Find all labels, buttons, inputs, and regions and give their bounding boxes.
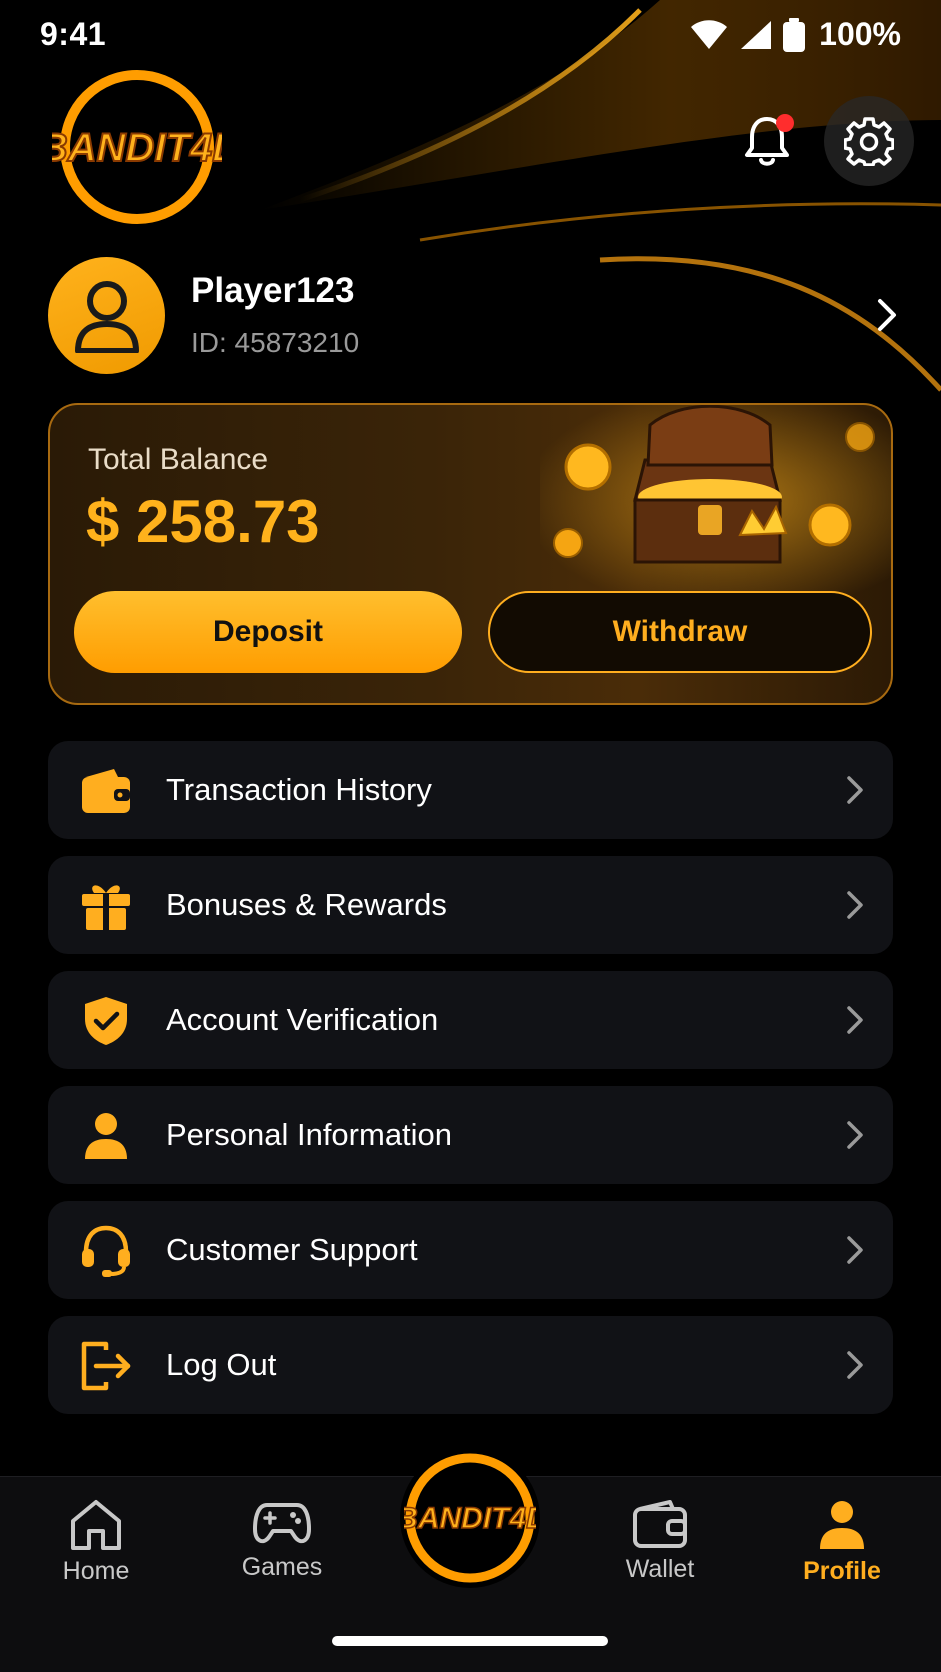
nav-wallet[interactable]: Wallet xyxy=(590,1499,730,1609)
person-icon xyxy=(80,1110,132,1162)
menu-item-transaction-history[interactable]: Transaction History xyxy=(48,741,893,839)
brand-logo[interactable]: BANDIT4D xyxy=(38,65,242,230)
svg-text:BANDIT4D: BANDIT4D xyxy=(404,1502,536,1535)
gear-icon xyxy=(844,117,894,166)
battery-icon xyxy=(783,17,806,52)
menu-item-account-verification[interactable]: Account Verification xyxy=(48,971,893,1069)
nav-games-label: Games xyxy=(241,1553,323,1581)
menu-label: Transaction History xyxy=(166,772,432,807)
status-icons: 100% xyxy=(689,16,901,53)
logout-icon xyxy=(80,1340,132,1392)
nav-center-logo-button[interactable]: BANDIT4D xyxy=(400,1448,540,1588)
menu-label: Bonuses & Rewards xyxy=(166,887,447,922)
treasure-chest-image xyxy=(540,405,891,595)
profile-summary[interactable]: Player123 ID: 45873210 xyxy=(48,257,898,377)
brand-logo: BANDIT4D xyxy=(404,1453,536,1583)
balance-card: Total Balance $ 258.73 Deposit Withdraw xyxy=(48,403,893,705)
player-id: ID: 45873210 xyxy=(191,327,360,358)
menu-item-log-out[interactable]: Log Out xyxy=(48,1316,893,1414)
headset-icon xyxy=(80,1225,132,1277)
wallet-icon xyxy=(80,765,132,817)
chevron-right-icon xyxy=(847,891,863,919)
nav-home[interactable]: Home xyxy=(26,1499,166,1609)
home-icon xyxy=(71,1500,121,1550)
nav-home-label: Home xyxy=(62,1557,130,1585)
nav-games[interactable]: Games xyxy=(212,1499,352,1609)
balance-amount: $ 258.73 xyxy=(86,488,320,555)
player-name: Player123 xyxy=(191,271,355,310)
wifi-icon xyxy=(691,19,728,49)
menu-label: Log Out xyxy=(166,1347,277,1382)
shield-check-icon xyxy=(80,995,132,1047)
nav-profile[interactable]: Profile xyxy=(772,1499,912,1609)
svg-text:BANDIT4D: BANDIT4D xyxy=(52,126,222,170)
nav-profile-label: Profile xyxy=(803,1557,881,1585)
account-menu: Transaction History Bonuses & Rewards Ac… xyxy=(48,741,893,1431)
notification-dot xyxy=(776,114,794,132)
user-icon xyxy=(74,280,139,353)
avatar xyxy=(48,257,165,374)
menu-label: Customer Support xyxy=(166,1232,418,1267)
deposit-button[interactable]: Deposit xyxy=(74,591,462,673)
balance-label: Total Balance xyxy=(88,443,269,476)
menu-item-personal-information[interactable]: Personal Information xyxy=(48,1086,893,1184)
chevron-right-icon xyxy=(847,776,863,804)
chevron-right-icon xyxy=(878,299,896,331)
status-time: 9:41 xyxy=(40,16,107,52)
withdraw-button[interactable]: Withdraw xyxy=(488,591,872,673)
menu-item-bonuses-rewards[interactable]: Bonuses & Rewards xyxy=(48,856,893,954)
gift-icon xyxy=(80,880,132,932)
notifications-button[interactable] xyxy=(722,96,812,186)
nav-wallet-label: Wallet xyxy=(625,1555,695,1583)
wallet-icon xyxy=(633,1500,687,1548)
status-bar: 9:41 100% xyxy=(0,0,941,68)
chevron-right-icon xyxy=(847,1351,863,1379)
chevron-right-icon xyxy=(847,1006,863,1034)
chevron-right-icon xyxy=(847,1236,863,1264)
signal-icon xyxy=(741,20,772,49)
gamepad-icon xyxy=(253,1503,311,1544)
settings-button[interactable] xyxy=(824,96,914,186)
person-icon xyxy=(820,1501,864,1549)
battery-percent: 100% xyxy=(819,16,901,52)
menu-label: Account Verification xyxy=(166,1002,439,1037)
home-indicator xyxy=(332,1636,608,1646)
menu-label: Personal Information xyxy=(166,1117,453,1152)
chevron-right-icon xyxy=(847,1121,863,1149)
menu-item-customer-support[interactable]: Customer Support xyxy=(48,1201,893,1299)
